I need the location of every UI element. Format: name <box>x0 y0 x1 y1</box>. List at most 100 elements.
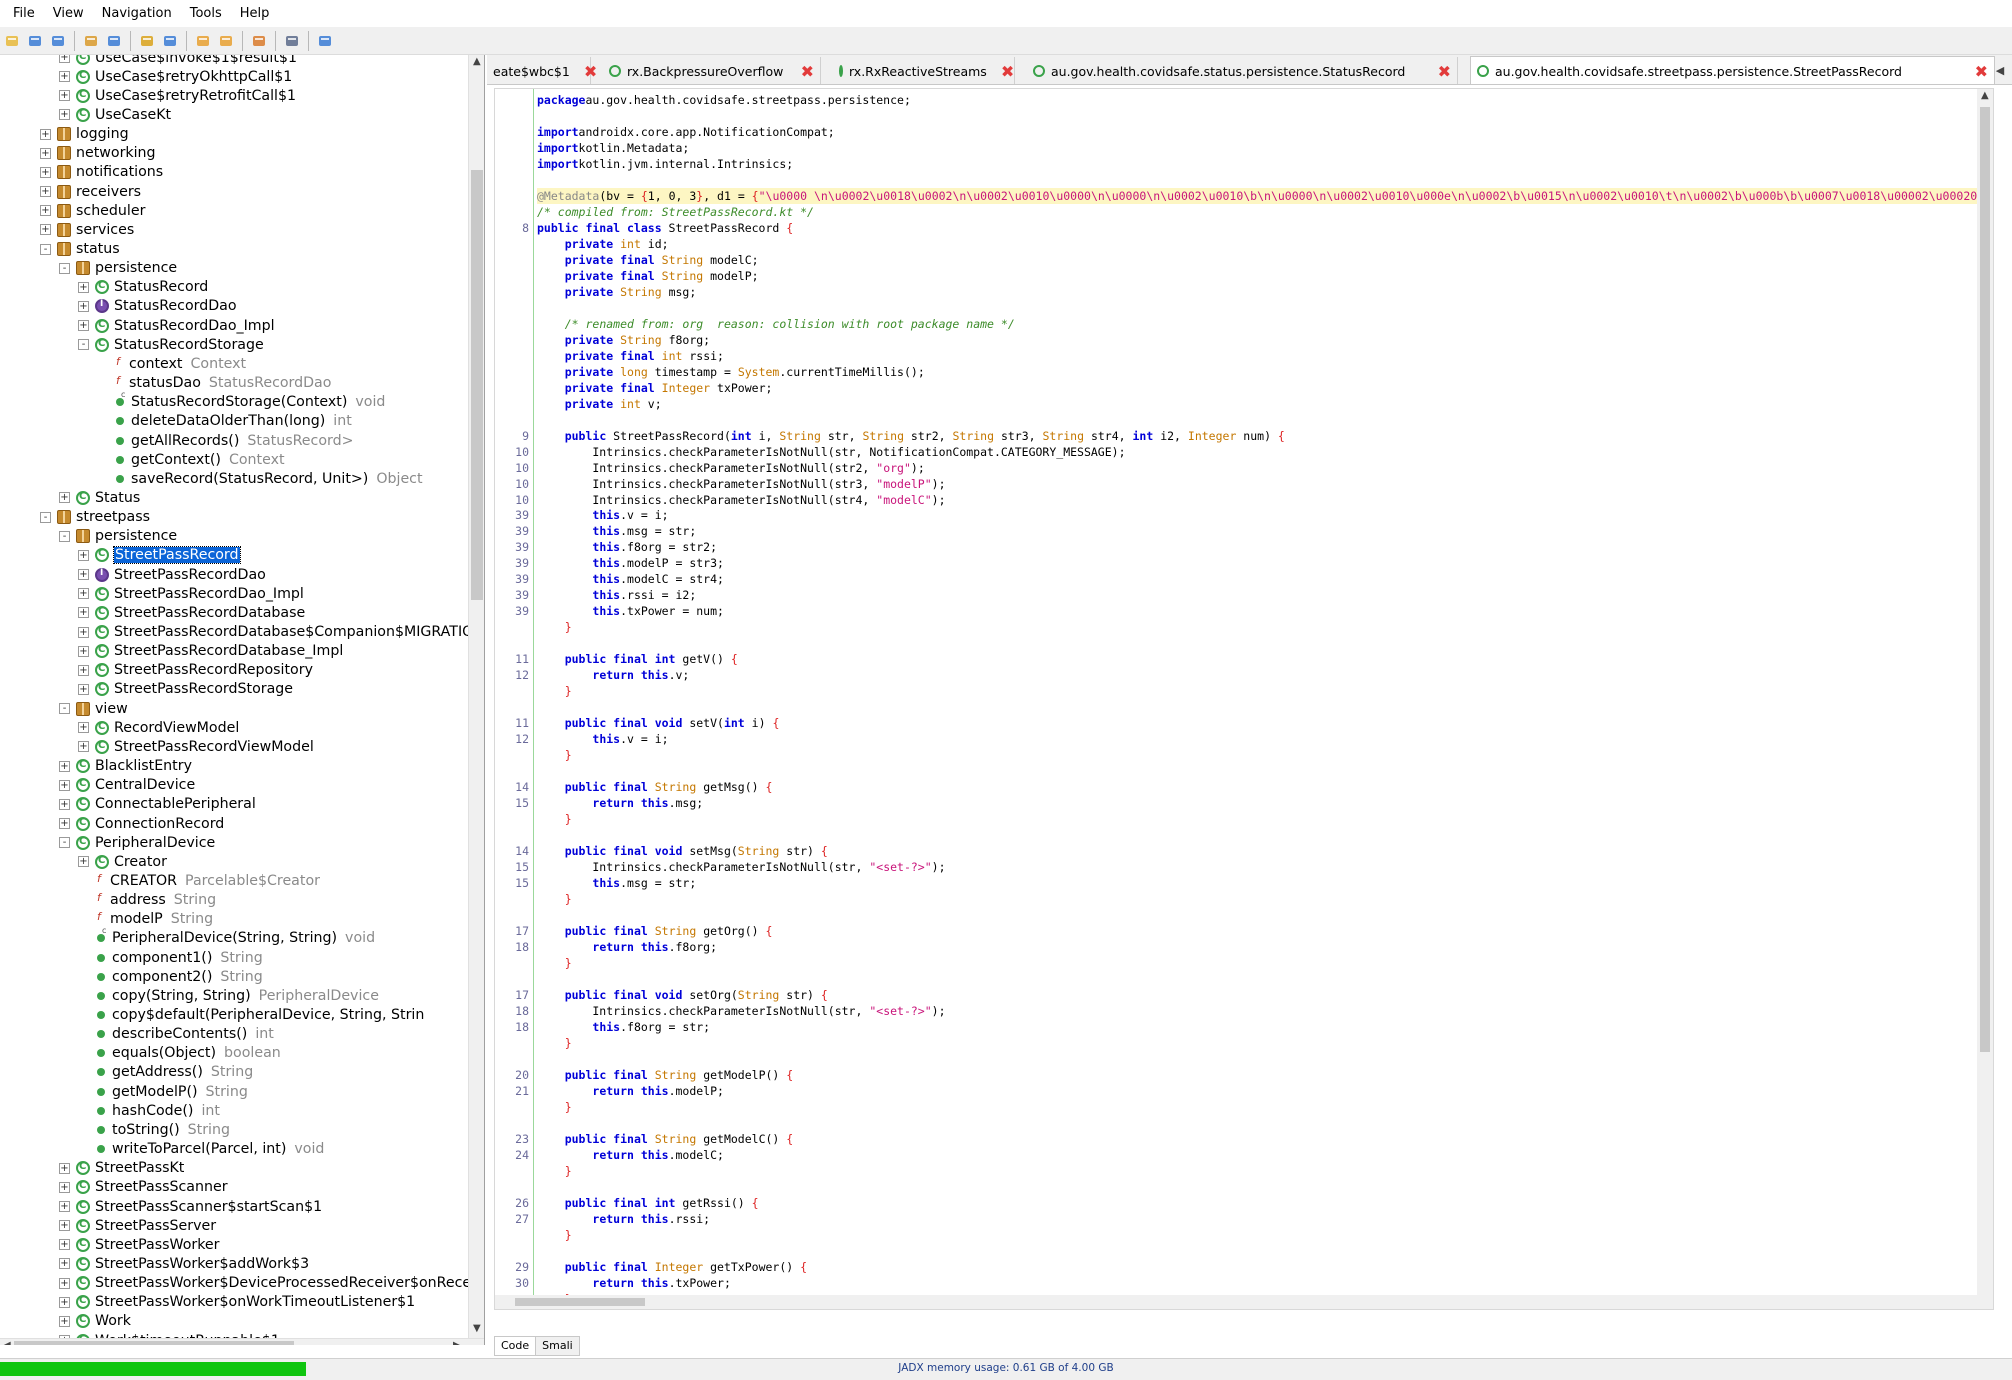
editor-horizontal-scrollbar[interactable] <box>495 1295 1993 1309</box>
tree-node[interactable]: - view <box>59 699 128 718</box>
tree-node[interactable]: + networking <box>40 144 156 163</box>
scroll-up-arrow-icon[interactable]: ▲ <box>1981 90 1989 101</box>
tree-node[interactable]: component1() String <box>78 948 263 967</box>
tree-expander-icon[interactable]: + <box>78 300 89 312</box>
tree-node[interactable]: getContext() Context <box>97 450 285 469</box>
tree-expander-icon[interactable]: - <box>40 511 51 523</box>
editor-tab[interactable]: au.gov.health.covidsafe.status.persisten… <box>1027 57 1458 84</box>
tree-expander-icon[interactable]: + <box>78 588 89 600</box>
tree-expander-icon[interactable]: + <box>78 683 89 695</box>
tree-expander-icon[interactable]: + <box>59 492 70 504</box>
tree-node[interactable]: + StreetPassRecordDatabase_Impl <box>78 642 343 661</box>
editor-vertical-scrollbar[interactable]: ▲ <box>1977 89 1993 1309</box>
tree-expander-icon[interactable]: - <box>40 243 51 255</box>
tree-node[interactable]: + logging <box>40 125 129 144</box>
tree-node[interactable]: - status <box>40 240 120 259</box>
tree-node[interactable]: - PeripheralDevice <box>59 833 215 852</box>
menu-navigation[interactable]: Navigation <box>93 0 181 27</box>
tree-expander-icon[interactable]: + <box>40 128 51 140</box>
tree-node[interactable]: writeToParcel(Parcel, int) void <box>78 1140 324 1159</box>
tree-expander-icon[interactable]: - <box>59 262 70 274</box>
tree-node[interactable]: + ConnectablePeripheral <box>59 795 256 814</box>
add-files-icon[interactable] <box>25 31 45 51</box>
tree-node[interactable]: - streetpass <box>40 508 150 527</box>
tree-node[interactable]: + ConnectionRecord <box>59 814 224 833</box>
tree-node[interactable]: + StreetPassWorker$onWorkTimeoutListener$… <box>59 1293 415 1312</box>
tree-node[interactable]: + scheduler <box>40 201 145 220</box>
scroll-up-arrow-icon[interactable]: ▲ <box>473 56 481 67</box>
tree-expander-icon[interactable]: + <box>59 1277 70 1289</box>
scroll-down-arrow-icon[interactable]: ▼ <box>473 1323 481 1334</box>
tree-expander-icon[interactable]: + <box>78 549 89 561</box>
tab-smali[interactable]: Smali <box>536 1336 580 1356</box>
menu-view[interactable]: View <box>44 0 93 27</box>
editor-hscroll-thumb[interactable] <box>515 1298 645 1306</box>
menu-tools[interactable]: Tools <box>181 0 231 27</box>
tree-expander-icon[interactable]: + <box>78 856 89 868</box>
tree-expander-icon[interactable]: + <box>40 205 51 217</box>
tree-node[interactable]: + UseCaseKt <box>59 105 171 124</box>
tree-node[interactable]: - StatusRecordStorage <box>78 335 264 354</box>
tree-expander-icon[interactable]: + <box>78 741 89 753</box>
forward-icon[interactable] <box>216 31 236 51</box>
tree-expander-icon[interactable]: - <box>59 837 70 849</box>
tree-node[interactable]: + UseCase$retryOkhttpCall$1 <box>59 67 292 86</box>
tree-node[interactable]: + RecordViewModel <box>78 718 239 737</box>
tree-expander-icon[interactable]: + <box>78 722 89 734</box>
tree-vertical-scrollbar[interactable]: ▲ ▼ <box>468 55 484 1338</box>
tree-node[interactable]: + UseCase$retryRetrofitCall$1 <box>59 86 296 105</box>
tree-node[interactable]: CREATOR Parcelable$Creator <box>78 871 320 890</box>
tree-node[interactable]: hashCode() int <box>78 1101 220 1120</box>
tree-expander-icon[interactable]: + <box>40 224 51 236</box>
tree-node[interactable]: deleteDataOlderThan(long) int <box>97 412 352 431</box>
tree-expander-icon[interactable]: + <box>59 1201 70 1212</box>
tree-expander-icon[interactable]: + <box>59 1239 70 1251</box>
deobfuscation-icon[interactable] <box>249 31 269 51</box>
tree-node[interactable]: - persistence <box>59 527 177 546</box>
editor-tab[interactable]: rx.RxReactiveStreams ✖ <box>833 57 1015 84</box>
tree-horizontal-scrollbar[interactable]: ◀ ▶ <box>0 1338 484 1345</box>
tree-node[interactable]: + StatusRecordDao <box>78 297 237 316</box>
tree-expander-icon[interactable]: - <box>78 339 89 351</box>
tree-node[interactable]: + StreetPassRecordDatabase$Companion$MIGR… <box>78 623 468 642</box>
tree-hscroll-thumb[interactable] <box>14 1341 294 1345</box>
tree-expander-icon[interactable]: - <box>59 703 70 715</box>
tree-expander-icon[interactable]: + <box>59 1296 70 1308</box>
close-icon[interactable]: ✖ <box>1975 62 1988 81</box>
tree-node[interactable]: + StreetPassRecord <box>78 546 241 565</box>
tree-expander-icon[interactable]: + <box>78 320 89 332</box>
tree-node[interactable]: getModelP() String <box>78 1082 248 1101</box>
tree-node[interactable]: modelP String <box>78 910 213 929</box>
tree-node[interactable]: + StreetPassScanner <box>59 1178 228 1197</box>
tree-node[interactable]: address String <box>78 891 216 910</box>
tree-expander-icon[interactable]: + <box>59 760 70 772</box>
tree-node[interactable]: + StreetPassServer <box>59 1216 216 1235</box>
tree-node[interactable]: describeContents() int <box>78 1025 274 1044</box>
menu-help[interactable]: Help <box>231 0 279 27</box>
menu-file[interactable]: File <box>4 0 44 27</box>
close-icon[interactable]: ✖ <box>801 62 814 81</box>
tree-node[interactable]: context Context <box>97 354 246 373</box>
tree-expander-icon[interactable]: + <box>59 71 70 83</box>
tree-node[interactable]: getAllRecords() StatusRecord> <box>97 431 354 450</box>
tree-node[interactable]: equals(Object) boolean <box>78 1044 281 1063</box>
tree-node[interactable]: + StreetPassScanner$startScan$1 <box>59 1197 322 1216</box>
search-icon[interactable] <box>137 31 157 51</box>
class-tree[interactable]: + UseCase$invoke$1$result$1 + UseCase$retry… <box>0 55 468 1338</box>
preferences-icon[interactable] <box>315 31 335 51</box>
sync-icon[interactable] <box>81 31 101 51</box>
tree-node[interactable]: + StreetPassRecordStorage <box>78 680 293 699</box>
tree-node[interactable]: + StreetPassRecordViewModel <box>78 737 314 756</box>
tree-expander-icon[interactable]: + <box>78 626 89 638</box>
scroll-left-arrow-icon[interactable]: ◀ <box>3 1340 11 1345</box>
tree-node[interactable]: + StatusRecord <box>78 278 208 297</box>
scroll-right-arrow-icon[interactable]: ▶ <box>453 1340 461 1345</box>
tree-node[interactable]: copy$default(PeripheralDevice, String, S… <box>78 1006 424 1025</box>
tree-node[interactable]: + BlacklistEntry <box>59 757 192 776</box>
tree-node[interactable]: toString() String <box>78 1120 230 1139</box>
tree-scroll-thumb[interactable] <box>471 170 483 600</box>
tree-node[interactable]: + StreetPassWorker$DeviceProcessedReceive… <box>59 1274 468 1293</box>
tree-expander-icon[interactable]: + <box>40 147 51 159</box>
tree-expander-icon[interactable]: + <box>59 55 70 63</box>
tree-expander-icon[interactable]: + <box>59 1220 70 1232</box>
